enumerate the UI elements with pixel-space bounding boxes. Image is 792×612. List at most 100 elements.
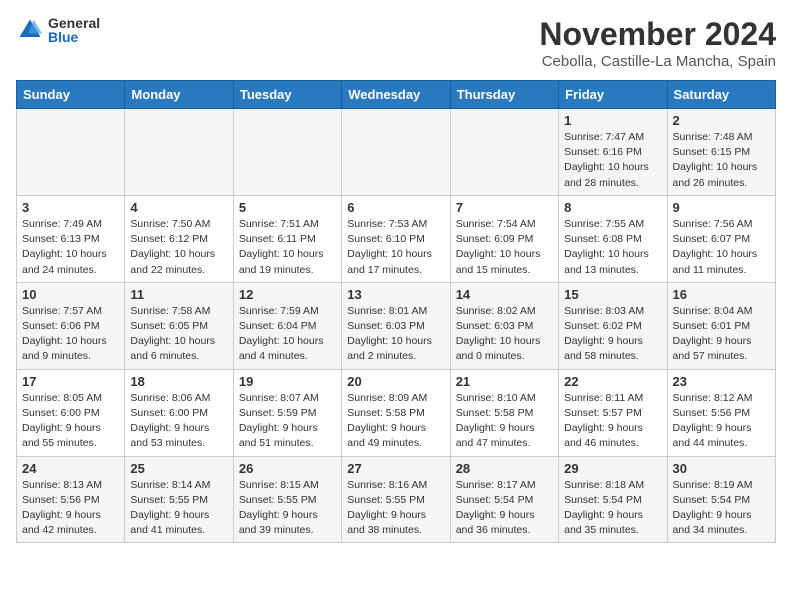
day-number: 14 [456, 287, 553, 302]
title-section: November 2024 Cebolla, Castille-La Manch… [539, 16, 776, 70]
day-number: 4 [130, 200, 227, 215]
calendar-cell: 22 Sunrise: 8:11 AM Sunset: 5:57 PM Dayli… [559, 369, 667, 456]
weekday-header-friday: Friday [559, 81, 667, 109]
day-info: Sunrise: 7:49 AM Sunset: 6:13 PM Dayligh… [22, 217, 119, 278]
calendar-cell: 11 Sunrise: 7:58 AM Sunset: 6:05 PM Dayli… [125, 282, 233, 369]
calendar-cell: 21 Sunrise: 8:10 AM Sunset: 5:58 PM Dayli… [450, 369, 558, 456]
calendar-cell: 12 Sunrise: 7:59 AM Sunset: 6:04 PM Dayli… [233, 282, 341, 369]
logo-general: General [48, 16, 100, 30]
day-info: Sunrise: 8:05 AM Sunset: 6:00 PM Dayligh… [22, 391, 119, 452]
calendar-cell: 20Sunrise: 8:09 AM Sunset: 5:58 PM Dayli… [342, 369, 450, 456]
day-info: Sunrise: 8:06 AM Sunset: 6:00 PM Dayligh… [130, 391, 227, 452]
logo-blue: Blue [48, 30, 100, 44]
day-info: Sunrise: 7:51 AM Sunset: 6:11 PM Dayligh… [239, 217, 336, 278]
calendar-week-4: 17 Sunrise: 8:05 AM Sunset: 6:00 PM Dayli… [17, 369, 776, 456]
weekday-header-tuesday: Tuesday [233, 81, 341, 109]
day-number: 3 [22, 200, 119, 215]
calendar-cell: 26Sunrise: 8:15 AM Sunset: 5:55 PM Dayli… [233, 456, 341, 543]
day-info: Sunrise: 8:12 AM Sunset: 5:56 PM Dayligh… [673, 391, 770, 452]
day-number: 8 [564, 200, 661, 215]
calendar-cell: 15 Sunrise: 8:03 AM Sunset: 6:02 PM Dayli… [559, 282, 667, 369]
day-number: 11 [130, 287, 227, 302]
calendar-cell [125, 109, 233, 196]
day-info: Sunrise: 8:19 AM Sunset: 5:54 PM Dayligh… [673, 478, 770, 539]
day-info: Sunrise: 8:16 AM Sunset: 5:55 PM Dayligh… [347, 478, 444, 539]
calendar-cell [450, 109, 558, 196]
day-number: 15 [564, 287, 661, 302]
weekday-header-thursday: Thursday [450, 81, 558, 109]
day-number: 28 [456, 461, 553, 476]
day-number: 9 [673, 200, 770, 215]
calendar-cell: 28Sunrise: 8:17 AM Sunset: 5:54 PM Dayli… [450, 456, 558, 543]
day-info: Sunrise: 7:47 AM Sunset: 6:16 PM Dayligh… [564, 130, 661, 191]
weekday-header-sunday: Sunday [17, 81, 125, 109]
day-info: Sunrise: 7:58 AM Sunset: 6:05 PM Dayligh… [130, 304, 227, 365]
calendar-header: SundayMondayTuesdayWednesdayThursdayFrid… [17, 81, 776, 109]
day-number: 7 [456, 200, 553, 215]
day-number: 13 [347, 287, 444, 302]
day-info: Sunrise: 8:04 AM Sunset: 6:01 PM Dayligh… [673, 304, 770, 365]
day-number: 23 [673, 374, 770, 389]
day-number: 10 [22, 287, 119, 302]
day-info: Sunrise: 7:54 AM Sunset: 6:09 PM Dayligh… [456, 217, 553, 278]
day-info: Sunrise: 8:14 AM Sunset: 5:55 PM Dayligh… [130, 478, 227, 539]
page-header: General Blue November 2024 Cebolla, Cast… [16, 16, 776, 70]
day-number: 17 [22, 374, 119, 389]
logo: General Blue [16, 16, 100, 44]
calendar-cell: 14Sunrise: 8:02 AM Sunset: 6:03 PM Dayli… [450, 282, 558, 369]
weekday-header-monday: Monday [125, 81, 233, 109]
logo-icon [16, 16, 44, 44]
calendar-cell: 24 Sunrise: 8:13 AM Sunset: 5:56 PM Dayli… [17, 456, 125, 543]
calendar-cell: 13 Sunrise: 8:01 AM Sunset: 6:03 PM Dayli… [342, 282, 450, 369]
day-info: Sunrise: 8:03 AM Sunset: 6:02 PM Dayligh… [564, 304, 661, 365]
day-info: Sunrise: 7:53 AM Sunset: 6:10 PM Dayligh… [347, 217, 444, 278]
day-info: Sunrise: 8:13 AM Sunset: 5:56 PM Dayligh… [22, 478, 119, 539]
day-number: 6 [347, 200, 444, 215]
calendar-week-3: 10Sunrise: 7:57 AM Sunset: 6:06 PM Dayli… [17, 282, 776, 369]
calendar-cell: 29 Sunrise: 8:18 AM Sunset: 5:54 PM Dayli… [559, 456, 667, 543]
day-info: Sunrise: 8:11 AM Sunset: 5:57 PM Dayligh… [564, 391, 661, 452]
day-number: 27 [347, 461, 444, 476]
day-info: Sunrise: 7:48 AM Sunset: 6:15 PM Dayligh… [673, 130, 770, 191]
day-info: Sunrise: 8:01 AM Sunset: 6:03 PM Dayligh… [347, 304, 444, 365]
day-info: Sunrise: 8:10 AM Sunset: 5:58 PM Dayligh… [456, 391, 553, 452]
day-number: 16 [673, 287, 770, 302]
calendar-cell: 23 Sunrise: 8:12 AM Sunset: 5:56 PM Dayli… [667, 369, 775, 456]
day-number: 26 [239, 461, 336, 476]
day-number: 21 [456, 374, 553, 389]
day-number: 22 [564, 374, 661, 389]
day-info: Sunrise: 8:09 AM Sunset: 5:58 PM Dayligh… [347, 391, 444, 452]
day-number: 5 [239, 200, 336, 215]
calendar-cell: 18 Sunrise: 8:06 AM Sunset: 6:00 PM Dayli… [125, 369, 233, 456]
day-number: 2 [673, 113, 770, 128]
calendar-cell: 2 Sunrise: 7:48 AM Sunset: 6:15 PM Daylig… [667, 109, 775, 196]
day-info: Sunrise: 7:50 AM Sunset: 6:12 PM Dayligh… [130, 217, 227, 278]
day-info: Sunrise: 7:59 AM Sunset: 6:04 PM Dayligh… [239, 304, 336, 365]
day-info: Sunrise: 8:18 AM Sunset: 5:54 PM Dayligh… [564, 478, 661, 539]
calendar-cell [233, 109, 341, 196]
logo-text: General Blue [48, 16, 100, 44]
weekday-header-saturday: Saturday [667, 81, 775, 109]
calendar-week-2: 3 Sunrise: 7:49 AM Sunset: 6:13 PM Daylig… [17, 195, 776, 282]
day-number: 29 [564, 461, 661, 476]
day-number: 25 [130, 461, 227, 476]
calendar-cell [342, 109, 450, 196]
day-info: Sunrise: 7:56 AM Sunset: 6:07 PM Dayligh… [673, 217, 770, 278]
calendar-cell: 17 Sunrise: 8:05 AM Sunset: 6:00 PM Dayli… [17, 369, 125, 456]
day-info: Sunrise: 7:55 AM Sunset: 6:08 PM Dayligh… [564, 217, 661, 278]
calendar-cell: 7 Sunrise: 7:54 AM Sunset: 6:09 PM Daylig… [450, 195, 558, 282]
day-number: 18 [130, 374, 227, 389]
weekday-header-row: SundayMondayTuesdayWednesdayThursdayFrid… [17, 81, 776, 109]
calendar-cell [17, 109, 125, 196]
day-number: 1 [564, 113, 661, 128]
calendar-cell: 6 Sunrise: 7:53 AM Sunset: 6:10 PM Daylig… [342, 195, 450, 282]
day-info: Sunrise: 8:07 AM Sunset: 5:59 PM Dayligh… [239, 391, 336, 452]
day-number: 24 [22, 461, 119, 476]
calendar-cell: 4 Sunrise: 7:50 AM Sunset: 6:12 PM Daylig… [125, 195, 233, 282]
day-number: 12 [239, 287, 336, 302]
calendar-week-5: 24 Sunrise: 8:13 AM Sunset: 5:56 PM Dayli… [17, 456, 776, 543]
calendar-cell: 16 Sunrise: 8:04 AM Sunset: 6:01 PM Dayli… [667, 282, 775, 369]
calendar-cell: 9 Sunrise: 7:56 AM Sunset: 6:07 PM Daylig… [667, 195, 775, 282]
calendar-cell: 25 Sunrise: 8:14 AM Sunset: 5:55 PM Dayli… [125, 456, 233, 543]
calendar-body: 1 Sunrise: 7:47 AM Sunset: 6:16 PM Daylig… [17, 109, 776, 543]
